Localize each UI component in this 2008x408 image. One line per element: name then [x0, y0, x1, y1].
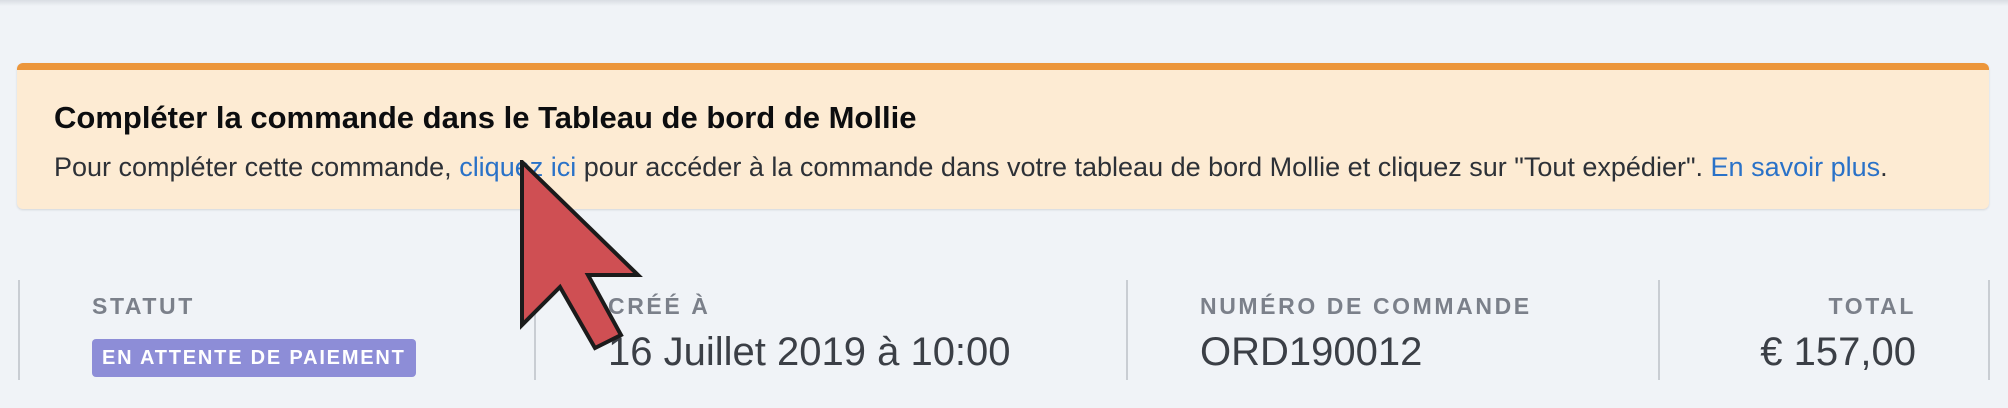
- mouse-pointer-icon: [520, 160, 643, 351]
- order-number-label: NUMÉRO DE COMMANDE: [1200, 293, 1532, 319]
- divider: [1988, 280, 1990, 380]
- total-label: TOTAL: [1828, 293, 1916, 319]
- total-value: € 157,00: [1760, 330, 1916, 374]
- complete-order-notice: Compléter la commande dans le Tableau de…: [17, 63, 1989, 209]
- notice-text-before: Pour compléter cette commande,: [54, 152, 460, 182]
- notice-text-after: pour accéder à la commande dans votre ta…: [576, 152, 1711, 182]
- learn-more-link[interactable]: En savoir plus: [1711, 152, 1881, 182]
- divider: [1126, 280, 1128, 380]
- order-info-strip: STATUT EN ATTENTE DE PAIEMENT CRÉÉ À 16 …: [0, 280, 2008, 380]
- divider: [18, 280, 20, 380]
- created-value: 16 Juillet 2019 à 10:00: [608, 330, 1011, 374]
- notice-text-end: .: [1880, 152, 1888, 182]
- notice-body: Pour compléter cette commande, cliquez i…: [54, 152, 1888, 183]
- order-number-value: ORD190012: [1200, 330, 1423, 374]
- divider: [1658, 280, 1660, 380]
- notice-title: Compléter la commande dans le Tableau de…: [54, 100, 917, 135]
- status-label: STATUT: [92, 293, 195, 319]
- status-badge: EN ATTENTE DE PAIEMENT: [92, 339, 416, 377]
- header-shadow: [0, 0, 2008, 6]
